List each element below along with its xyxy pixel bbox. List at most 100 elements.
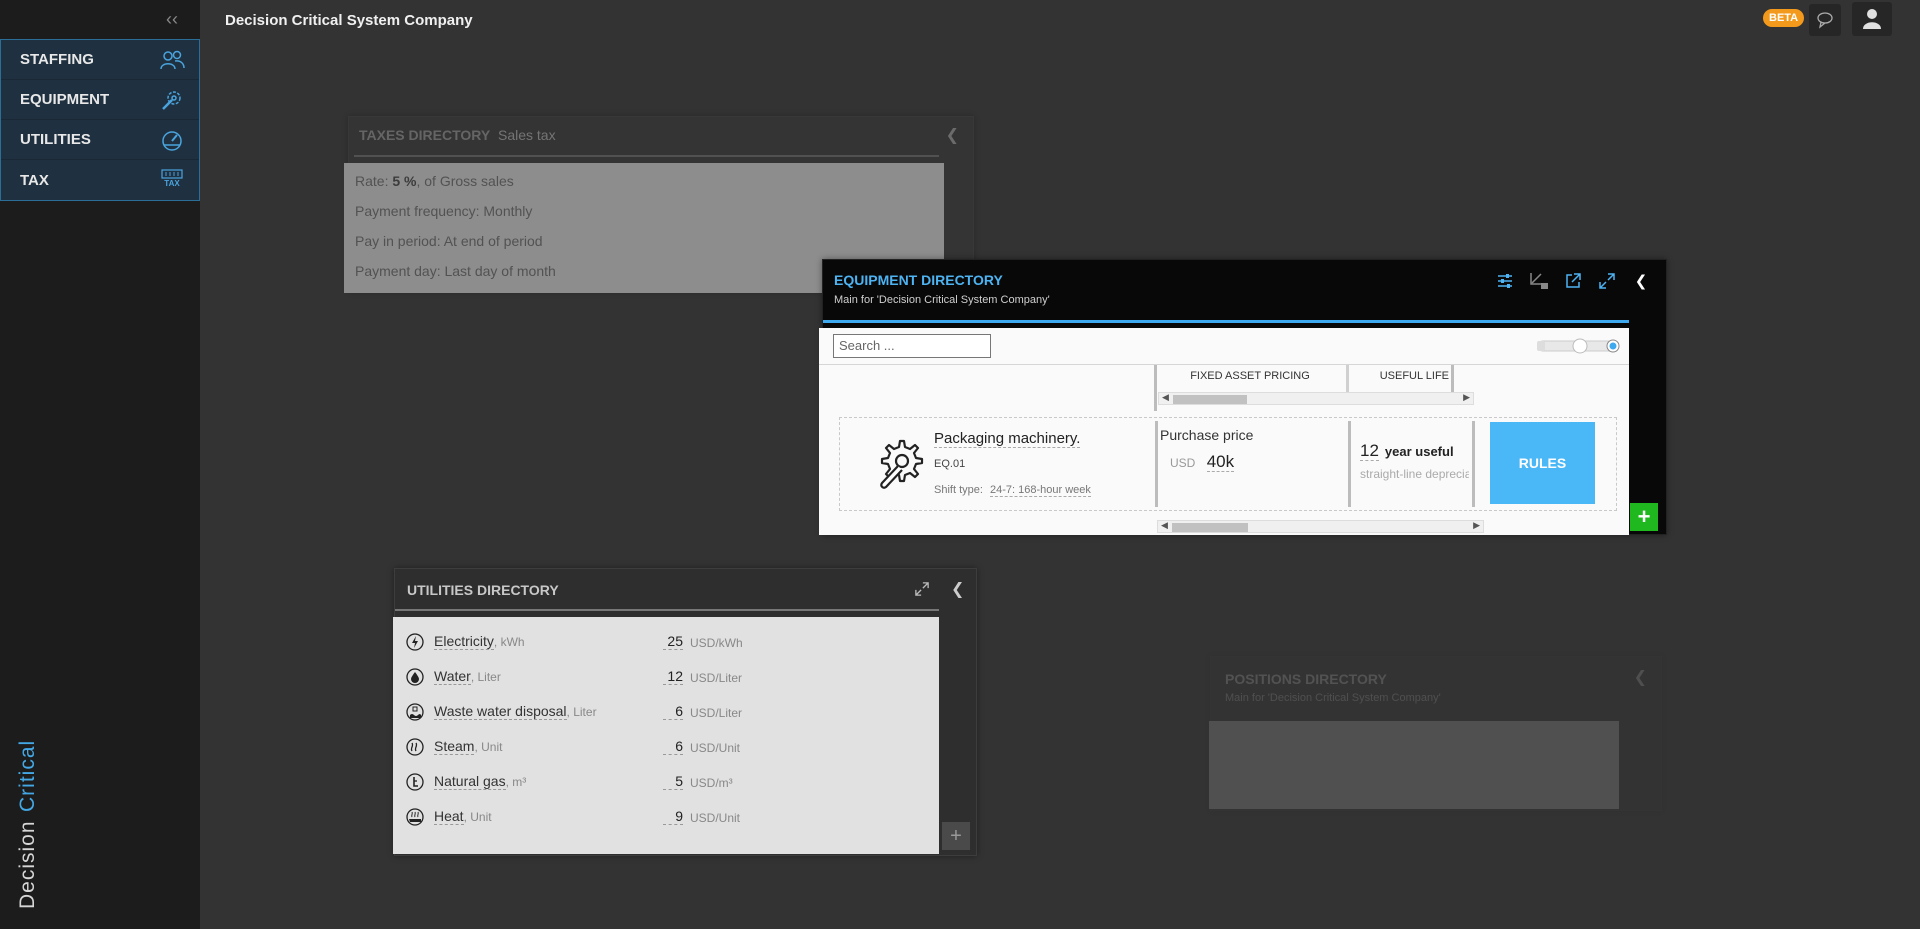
scroll-left-icon[interactable]: ◀ [1161,520,1168,531]
positions-directory-panel[interactable]: POSITIONS DIRECTORY Main for 'Decision C… [1209,656,1662,811]
sidebar-item-staffing[interactable]: STAFFING [1,40,199,80]
list-item[interactable]: Natural gas, m³ 5 USD/m³ [393,772,939,807]
scroll-right-icon[interactable]: ▶ [1463,392,1470,403]
utility-value-unit: USD/m³ [690,776,733,790]
utility-name-text[interactable]: Waste water disposal [434,703,567,720]
list-item[interactable]: Waste water disposal, Liter 6 USD/Liter [393,702,939,737]
utility-name: Heat, Unit [434,808,492,825]
collapse-icon[interactable]: ❮ [1634,667,1647,687]
sidebar-item-tax[interactable]: TAX TAX [1,160,199,200]
scrollbar-thumb[interactable] [1172,523,1248,532]
shift-type-value[interactable]: 24-7: 168-hour week [989,484,1091,497]
column-divider [1154,365,1157,411]
brand-logo: Decision Critical [16,729,40,909]
equipment-directory-panel[interactable]: EQUIPMENT DIRECTORY Main for 'Decision C… [819,259,1667,535]
open-external-icon[interactable] [1562,270,1584,292]
tax-icon: TAX [159,169,185,191]
utility-value-unit: USD/Unit [690,811,741,825]
tax-payment-frequency: Payment frequency: Monthly [355,203,533,219]
search-input[interactable]: Search ... [833,334,991,358]
tax-rate-label: Rate: [355,173,389,189]
scrollbar-thumb[interactable] [1173,395,1247,404]
taxes-subtitle: Sales tax [497,127,556,143]
divider [819,364,1629,365]
column-divider [1451,365,1454,395]
steam-icon [406,738,424,756]
utility-name-text[interactable]: Water [434,668,471,685]
gas-icon [406,773,424,791]
utility-value[interactable]: 9 [663,808,683,825]
sidebar-item-utilities[interactable]: UTILITIES [1,120,199,160]
scroll-right-icon[interactable]: ▶ [1473,520,1480,531]
calculator-icon [161,169,183,179]
useful-life-value[interactable]: 12 [1360,441,1379,461]
utility-name-text[interactable]: Natural gas [434,773,506,790]
utility-value[interactable]: 6 [663,703,683,720]
collapse-icon[interactable]: ❮ [1630,270,1652,292]
utility-name: Steam, Unit [434,738,502,755]
equipment-code: EQ.01 [934,458,966,470]
utility-value[interactable]: 12 [663,668,683,685]
list-item[interactable]: Steam, Unit 6 USD/Unit [393,737,939,772]
utilities-directory-panel[interactable]: UTILITIES DIRECTORY ❮ Electricity, kWh 2… [393,568,977,856]
company-title: Decision Critical System Company [225,12,473,29]
equipment-body: Search ... FIXED ASSET PRICING USEFUL LI… [819,328,1629,535]
useful-life: 12 year useful [1360,441,1469,461]
waste-water-icon [406,703,424,721]
tax-rate: Rate: 5 %, of Gross sales [355,173,933,203]
expand-icon[interactable] [915,582,929,596]
tax-rate-suffix: , of Gross sales [416,173,514,189]
taxes-title: TAXES DIRECTORY [359,127,491,143]
depreciation-method: straight-line depreciation [1360,467,1469,481]
gear-wrench-icon [880,439,924,489]
add-utility-button[interactable]: + [942,822,970,850]
sidebar-item-label: EQUIPMENT [20,91,110,108]
panel-toolbar: ❮ [1494,270,1652,292]
list-item[interactable]: Electricity, kWh 25 USD/kWh [393,632,939,667]
equipment-subtitle: Main for 'Decision Critical System Compa… [834,294,1050,306]
equipment-name[interactable]: Packaging machinery. [934,430,1081,448]
utility-name: Waste water disposal, Liter [434,703,597,720]
lightning-icon [406,633,424,651]
scroll-left-icon[interactable]: ◀ [1162,392,1169,403]
divider [395,609,939,611]
utility-value[interactable]: 5 [663,773,683,790]
brand-word-decision: Decision [16,820,39,909]
purchase-price: USD 40k [1170,452,1235,472]
positions-subtitle: Main for 'Decision Critical System Compa… [1225,692,1441,704]
collapse-icon[interactable]: ❮ [951,579,964,599]
people-icon [160,50,185,70]
header-scrollbar[interactable]: ◀ ▶ [1158,392,1474,405]
lock-collapse-icon[interactable] [1528,270,1550,292]
sidebar-item-equipment[interactable]: EQUIPMENT [1,80,199,120]
utility-name-text[interactable]: Heat [434,808,464,825]
brand-word-critical: Critical [16,739,39,812]
utility-value[interactable]: 25 [663,633,683,650]
utility-unit: , Liter [566,705,597,719]
user-menu-button[interactable] [1852,2,1892,36]
list-item[interactable]: Heat, Unit 9 USD/Unit [393,807,939,842]
chat-button[interactable] [1809,4,1841,36]
utility-value[interactable]: 6 [663,738,683,755]
utility-name: Electricity, kWh [434,633,525,650]
expand-icon[interactable] [1596,270,1618,292]
sidebar-collapse-icon[interactable]: ‹‹ [166,10,178,28]
positions-title: POSITIONS DIRECTORY [1225,671,1387,687]
list-item[interactable]: Water, Liter 12 USD/Liter [393,667,939,702]
utility-name-text[interactable]: Steam [434,738,475,755]
panel-title: TAXES DIRECTORY Sales tax [359,127,556,143]
collapse-icon[interactable]: ❮ [946,125,959,145]
row-scrollbar[interactable]: ◀ ▶ [1157,520,1484,533]
settings-sliders-icon[interactable] [1494,270,1516,292]
utility-name-text[interactable]: Electricity [434,633,494,650]
view-toggle-slider[interactable] [1534,337,1622,355]
divider [354,155,939,157]
purchase-price-label: Purchase price [1160,427,1254,443]
rules-button[interactable]: RULES [1490,422,1595,504]
utility-unit: , m³ [505,775,527,789]
sidebar-menu: STAFFING EQUIPMENT UTILITIES TAX TAX [0,39,200,201]
equipment-row[interactable]: Packaging machinery. EQ.01 Shift type: 2… [839,417,1617,511]
purchase-price-value[interactable]: 40k [1206,452,1235,472]
add-equipment-button[interactable]: + [1630,503,1658,531]
column-header-pricing: FIXED ASSET PRICING [1190,370,1310,382]
